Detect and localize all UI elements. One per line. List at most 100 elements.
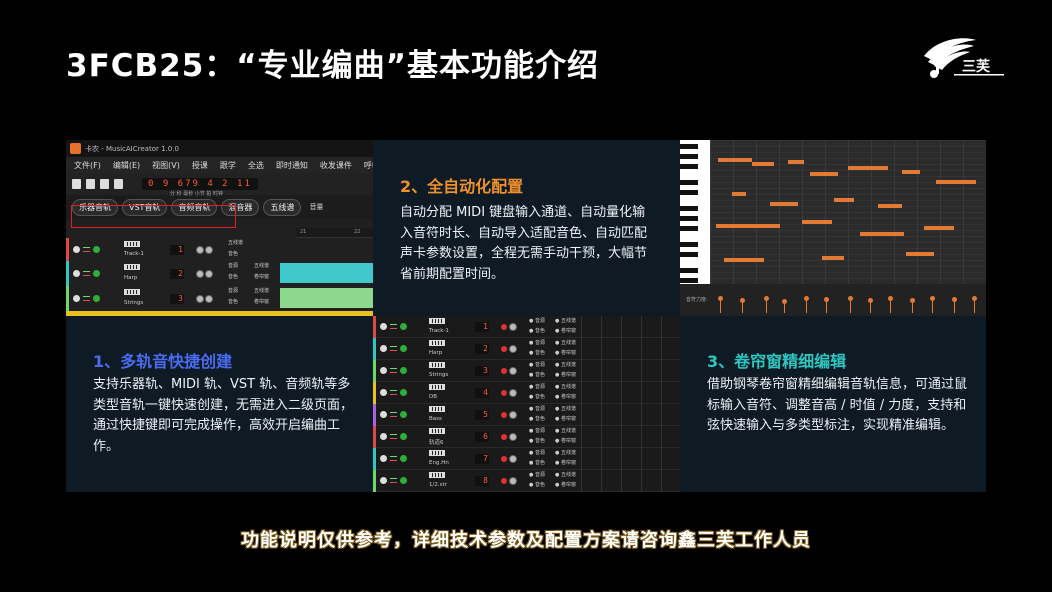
track-enable-icon[interactable] bbox=[400, 411, 407, 418]
track-settings-icon[interactable] bbox=[380, 411, 387, 418]
track-knob[interactable] bbox=[509, 477, 517, 485]
track-lane[interactable] bbox=[581, 470, 680, 492]
note[interactable] bbox=[788, 160, 804, 164]
track-option[interactable]: 五线谱 bbox=[228, 240, 243, 247]
track-knob[interactable] bbox=[509, 323, 517, 331]
save-icon[interactable] bbox=[100, 179, 109, 189]
track-row[interactable]: Track-1 1 ● 音源 ● 音色 ● 五线谱 ● 卷帘窗 bbox=[373, 316, 680, 338]
track-row[interactable]: Track-1 1 五线谱 音色 bbox=[66, 238, 373, 261]
note[interactable] bbox=[724, 258, 764, 262]
track-settings-icon[interactable] bbox=[73, 246, 80, 253]
velocity-bar[interactable] bbox=[952, 297, 957, 313]
note[interactable] bbox=[752, 162, 774, 166]
track-knob[interactable] bbox=[196, 246, 204, 254]
track-enable-icon[interactable] bbox=[93, 270, 100, 277]
note[interactable] bbox=[878, 204, 902, 208]
track-knob[interactable] bbox=[205, 295, 213, 303]
track-row[interactable]: Strings 3 音源 音色 五线谱 卷帘窗 bbox=[66, 286, 373, 311]
velocity-bar[interactable] bbox=[910, 298, 915, 313]
track-option[interactable]: ● 音色 bbox=[529, 460, 545, 467]
track-row[interactable]: Strings 3 ● 音源 ● 音色 ● 五线谱 ● 卷帘窗 bbox=[373, 360, 680, 382]
track-enable-icon[interactable] bbox=[400, 477, 407, 484]
track-option[interactable]: ● 音源 bbox=[529, 428, 545, 435]
note[interactable] bbox=[810, 172, 838, 176]
new-file-icon[interactable] bbox=[72, 179, 81, 189]
record-arm-icon[interactable] bbox=[501, 478, 507, 484]
track-knob[interactable] bbox=[509, 411, 517, 419]
track-eq-icon[interactable] bbox=[390, 368, 397, 373]
export-icon[interactable] bbox=[114, 179, 123, 189]
track-option[interactable]: ● 五线谱 bbox=[555, 472, 576, 479]
record-arm-icon[interactable] bbox=[501, 346, 507, 352]
velocity-bar[interactable] bbox=[718, 296, 723, 313]
velocity-bar[interactable] bbox=[824, 297, 829, 313]
note[interactable] bbox=[718, 158, 752, 162]
velocity-bar[interactable] bbox=[888, 296, 893, 313]
note[interactable] bbox=[822, 256, 844, 260]
track-option[interactable]: ● 五线谱 bbox=[555, 340, 576, 347]
track-option[interactable]: 音色 bbox=[228, 299, 238, 306]
record-arm-icon[interactable] bbox=[501, 390, 507, 396]
track-settings-icon[interactable] bbox=[380, 389, 387, 396]
note[interactable] bbox=[860, 232, 904, 236]
track-option[interactable]: ● 音源 bbox=[529, 406, 545, 413]
note[interactable] bbox=[834, 198, 854, 202]
track-option[interactable]: ● 卷帘窗 bbox=[555, 438, 576, 445]
track-option[interactable]: ● 五线谱 bbox=[555, 428, 576, 435]
velocity-bar[interactable] bbox=[868, 298, 873, 313]
track-option[interactable]: ● 音源 bbox=[529, 384, 545, 391]
record-arm-icon[interactable] bbox=[501, 368, 507, 374]
staff-button[interactable]: 五线谱 bbox=[263, 198, 302, 216]
track-option[interactable]: ● 音色 bbox=[529, 350, 545, 357]
velocity-bar[interactable] bbox=[804, 296, 809, 313]
menu-view[interactable]: 视图(V) bbox=[152, 160, 180, 171]
record-arm-icon[interactable] bbox=[501, 412, 507, 418]
note[interactable] bbox=[936, 180, 976, 184]
track-settings-icon[interactable] bbox=[380, 433, 387, 440]
record-arm-icon[interactable] bbox=[501, 456, 507, 462]
track-option[interactable]: 五线谱 bbox=[254, 288, 269, 295]
track-enable-icon[interactable] bbox=[400, 389, 407, 396]
note[interactable] bbox=[716, 224, 780, 228]
velocity-bar[interactable] bbox=[848, 296, 853, 313]
track-enable-icon[interactable] bbox=[400, 455, 407, 462]
track-lane[interactable] bbox=[581, 426, 680, 448]
track-enable-icon[interactable] bbox=[400, 345, 407, 352]
track-lane[interactable] bbox=[581, 316, 680, 338]
track-settings-icon[interactable] bbox=[380, 367, 387, 374]
track-knob[interactable] bbox=[509, 367, 517, 375]
track-eq-icon[interactable] bbox=[390, 456, 397, 461]
track-lane[interactable] bbox=[581, 338, 680, 360]
track-eq-icon[interactable] bbox=[83, 271, 90, 276]
track-option[interactable]: 音色 bbox=[228, 251, 238, 258]
track-row[interactable]: Harp 2 ● 音源 ● 音色 ● 五线谱 ● 卷帘窗 bbox=[373, 338, 680, 360]
record-arm-icon[interactable] bbox=[501, 324, 507, 330]
track-lane[interactable] bbox=[581, 404, 680, 426]
menu-select-all[interactable]: 全选 bbox=[248, 160, 264, 171]
note[interactable] bbox=[902, 170, 920, 174]
note[interactable] bbox=[924, 226, 954, 230]
track-knob[interactable] bbox=[509, 455, 517, 463]
track-option[interactable]: ● 音色 bbox=[529, 328, 545, 335]
track-eq-icon[interactable] bbox=[390, 346, 397, 351]
track-option[interactable]: 音源 bbox=[228, 288, 238, 295]
track-knob[interactable] bbox=[205, 246, 213, 254]
menu-follow[interactable]: 跟学 bbox=[220, 160, 236, 171]
track-settings-icon[interactable] bbox=[73, 270, 80, 277]
track-option[interactable]: ● 卷帘窗 bbox=[555, 482, 576, 489]
track-eq-icon[interactable] bbox=[83, 247, 90, 252]
track-lane[interactable] bbox=[581, 448, 680, 470]
track-option[interactable]: 卷帘窗 bbox=[254, 299, 269, 306]
track-knob[interactable] bbox=[196, 295, 204, 303]
track-lane[interactable] bbox=[581, 382, 680, 404]
track-enable-icon[interactable] bbox=[400, 367, 407, 374]
track-option[interactable]: ● 五线谱 bbox=[555, 318, 576, 325]
track-settings-icon[interactable] bbox=[380, 455, 387, 462]
track-knob[interactable] bbox=[205, 270, 213, 278]
track-row[interactable]: Eng.Hn 7 ● 音源 ● 音色 ● 五线谱 ● 卷帘窗 bbox=[373, 448, 680, 470]
track-enable-icon[interactable] bbox=[93, 295, 100, 302]
track-enable-icon[interactable] bbox=[400, 433, 407, 440]
track-option[interactable]: ● 卷帘窗 bbox=[555, 372, 576, 379]
note[interactable] bbox=[802, 220, 832, 224]
track-row[interactable]: 轨道6 6 ● 音源 ● 音色 ● 五线谱 ● 卷帘窗 bbox=[373, 426, 680, 448]
